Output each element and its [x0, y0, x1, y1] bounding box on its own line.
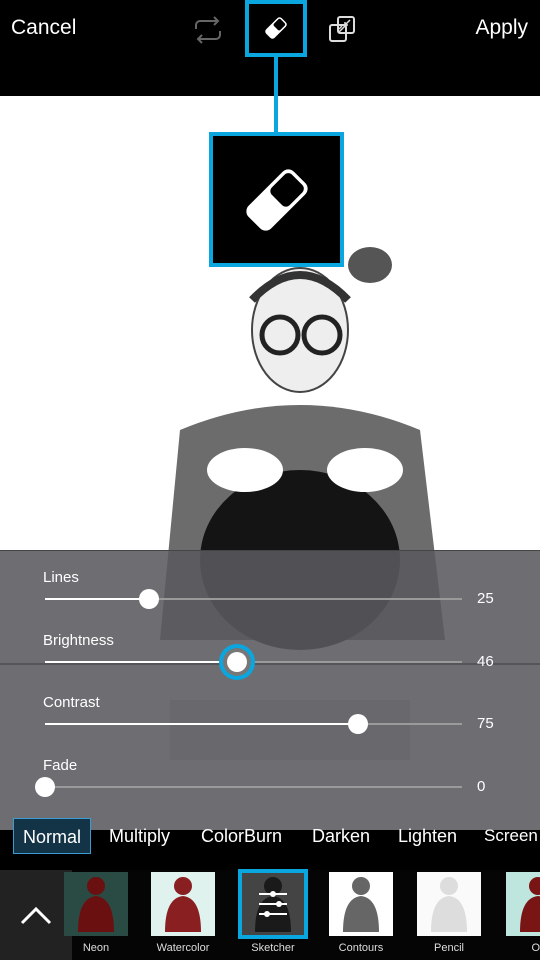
slider-thumb[interactable] — [347, 714, 368, 734]
slider-label-lines: Lines — [43, 569, 79, 586]
effect-preview — [520, 877, 540, 932]
effect-thumb-sketcher[interactable] — [238, 869, 308, 939]
slider-label-contrast: Contrast — [43, 694, 100, 711]
swap-icon[interactable] — [192, 15, 224, 45]
slider-thumb[interactable] — [35, 776, 55, 797]
slider-label-fade: Fade — [43, 756, 78, 774]
effect-label: O — [531, 942, 540, 954]
slider-label-brightness: Brightness — [43, 631, 114, 649]
slider-fade[interactable] — [35, 776, 462, 797]
blend-layers-icon[interactable] — [328, 15, 358, 45]
blend-mode-colorburn[interactable]: ColorBurn — [192, 818, 291, 854]
effect-preview — [431, 877, 467, 932]
eraser-icon[interactable] — [261, 13, 291, 43]
slider-value: 46 — [477, 652, 494, 670]
effect-thumb-watercolor[interactable] — [151, 872, 215, 936]
slider-value: 0 — [477, 777, 486, 795]
slider-value: 25 — [477, 590, 494, 607]
top-bar: Cancel Apply — [0, 0, 540, 96]
sketcher-settings-panel: Lines 25 Brightness 46 Contrast 75 Fade 0 — [0, 550, 540, 830]
slider-fill — [45, 723, 358, 725]
effect-preview — [165, 877, 201, 932]
blend-mode-multiply[interactable]: Multiply — [100, 818, 179, 854]
callout-connector — [274, 56, 278, 134]
slider-value: 75 — [477, 715, 494, 732]
effect-preview — [255, 877, 291, 932]
effect-label: Neon — [82, 942, 110, 954]
effect-thumb-contours[interactable] — [329, 872, 393, 936]
slider-brightness[interactable] — [45, 651, 462, 672]
slider-thumb[interactable] — [139, 589, 160, 609]
effect-preview — [78, 877, 114, 932]
effect-preview — [343, 877, 379, 932]
effect-label: Watercolor — [156, 942, 210, 954]
blend-mode-normal[interactable]: Normal — [13, 818, 92, 854]
effect-thumb-neon[interactable] — [64, 872, 128, 936]
cancel-button[interactable]: Cancel — [11, 16, 76, 40]
slider-thumb[interactable] — [226, 651, 247, 672]
effect-thumb-o[interactable] — [506, 872, 540, 936]
slider-fill — [45, 598, 150, 600]
blend-mode-screen[interactable]: Screen — [484, 818, 538, 854]
eraser-icon — [245, 168, 308, 231]
effect-thumb-pencil[interactable] — [417, 872, 481, 936]
chevron-up-icon — [20, 906, 52, 925]
slider-lines[interactable] — [45, 589, 462, 609]
blend-mode-lighten[interactable]: Lighten — [389, 818, 466, 854]
effect-label: Pencil — [434, 942, 464, 954]
effect-label: Sketcher — [251, 942, 295, 954]
apply-button[interactable]: Apply — [475, 16, 528, 40]
blend-mode-darken[interactable]: Darken — [303, 818, 379, 854]
slider-contrast[interactable] — [45, 714, 462, 734]
eraser-callout — [209, 132, 344, 267]
effect-label: Contours — [338, 942, 384, 954]
slider-fill — [45, 660, 237, 663]
